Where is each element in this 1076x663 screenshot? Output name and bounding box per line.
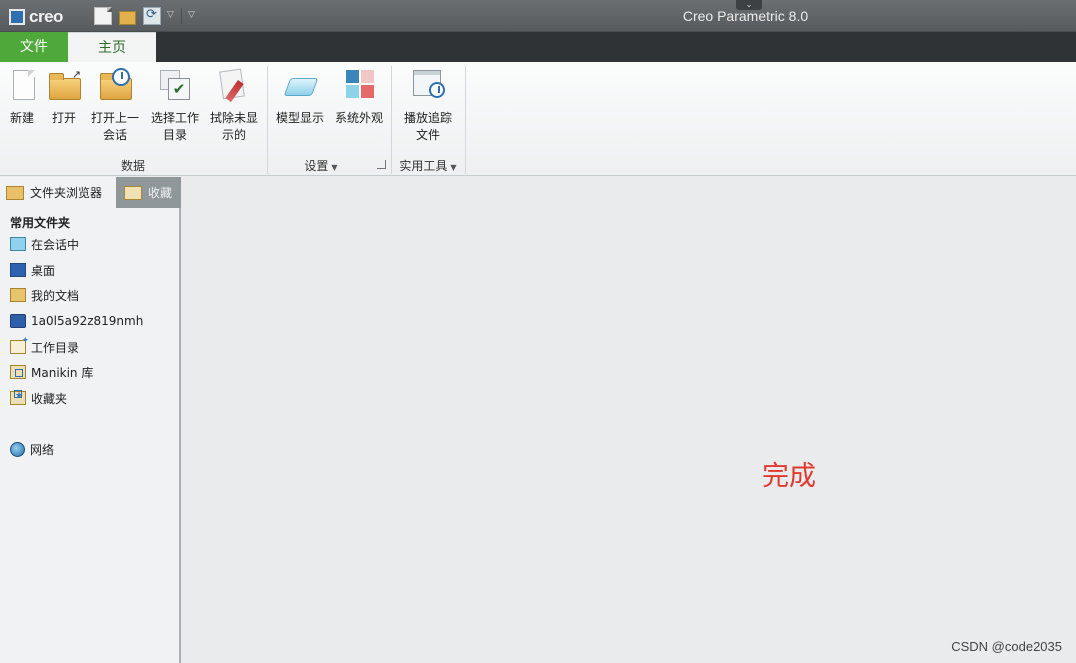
select-working-directory-button[interactable]: ✔ 选择工作 目录: [146, 68, 204, 144]
nav-item-manikin-library[interactable]: Manikin 库: [10, 362, 93, 382]
in-session-icon: [10, 237, 26, 251]
tab-favorites[interactable]: 收藏: [116, 177, 181, 208]
nav-item-network[interactable]: 网络: [10, 439, 54, 459]
desktop-icon: [10, 263, 26, 277]
open-folder-icon: ↗: [47, 68, 81, 102]
nav-item-computer[interactable]: 1a0l5a92z819nmh: [10, 311, 143, 331]
tab-home[interactable]: 主页: [68, 32, 156, 62]
new-button[interactable]: 新建: [2, 68, 42, 127]
play-trail-file-button[interactable]: 播放追踪 文件: [396, 68, 460, 144]
nav-item-working-directory[interactable]: 工作目录: [10, 336, 79, 357]
group-separator: [465, 66, 466, 174]
model-display-icon: [283, 68, 319, 102]
system-appearance-button[interactable]: 系统外观: [331, 68, 387, 127]
app-title: Creo Parametric 8.0: [682, 8, 809, 24]
settings-group-dropdown[interactable]: 设置 ▼: [268, 157, 374, 174]
nav-item-desktop[interactable]: 桌面: [10, 260, 55, 280]
open-last-session-icon: [98, 68, 132, 102]
system-appearance-icon: [342, 68, 376, 102]
settings-group-label: 设置: [304, 159, 329, 173]
caret-down-icon: ▼: [450, 163, 457, 172]
common-folders-heading: 常用文件夹: [10, 216, 71, 230]
creo-window: creo ▽ ▽ Creo Parametric 8.0 ⌄ 文件 主页 新建 …: [0, 0, 1076, 663]
computer-icon: [10, 314, 26, 328]
model-display-button[interactable]: 模型显示: [272, 68, 328, 127]
settings-dialog-launcher-icon[interactable]: [377, 160, 386, 169]
main-work-area[interactable]: [183, 177, 1076, 663]
navigator-panel: 文件夹浏览器 收藏 常用文件夹 在会话中 桌面 我的文档 1a0l5a92z81…: [0, 177, 181, 663]
watermark: CSDN @code2035: [951, 639, 1062, 654]
nav-item-in-session[interactable]: 在会话中: [10, 234, 79, 254]
working-directory-icon: [10, 336, 29, 354]
nav-item-my-documents[interactable]: 我的文档: [10, 285, 79, 305]
nav-item-favorites[interactable]: 收藏夹: [10, 388, 67, 408]
favorites-icon: [10, 390, 26, 405]
tab-file[interactable]: 文件: [0, 32, 68, 62]
navigator-tabs: 文件夹浏览器 收藏: [0, 177, 181, 208]
tab-folder-browser[interactable]: 文件夹浏览器: [0, 177, 116, 208]
play-trail-file-icon: [411, 68, 445, 102]
my-documents-icon: [10, 288, 26, 302]
folder-browser-icon: [6, 185, 24, 200]
open-button[interactable]: ↗ 打开: [44, 68, 84, 127]
select-working-directory-icon: ✔: [158, 68, 192, 102]
erase-not-displayed-button[interactable]: 拭除未显 示的: [205, 68, 263, 144]
ribbon: 新建 ↗ 打开 打开上一 会话 ✔ 选择工作 目录 拭除未显 示的 数据 模型显…: [0, 62, 1076, 176]
utilities-group-dropdown[interactable]: 实用工具 ▼: [392, 157, 464, 174]
favorites-tab-icon: [124, 185, 142, 200]
new-document-icon: [5, 68, 39, 102]
manikin-library-icon: [10, 365, 26, 379]
ribbon-tab-strip: 文件 主页: [0, 32, 1076, 62]
collapse-ribbon-icon[interactable]: ⌄: [736, 0, 762, 10]
done-overlay-text: 完成: [762, 461, 816, 492]
title-bar: creo ▽ ▽ Creo Parametric 8.0 ⌄: [0, 0, 1076, 32]
data-group-label: 数据: [120, 159, 145, 173]
utilities-group-label: 实用工具: [399, 159, 448, 173]
erase-not-displayed-icon: [217, 68, 251, 103]
caret-down-icon: ▼: [331, 163, 338, 172]
open-last-session-button[interactable]: 打开上一 会话: [86, 68, 144, 144]
network-icon: [10, 441, 25, 457]
